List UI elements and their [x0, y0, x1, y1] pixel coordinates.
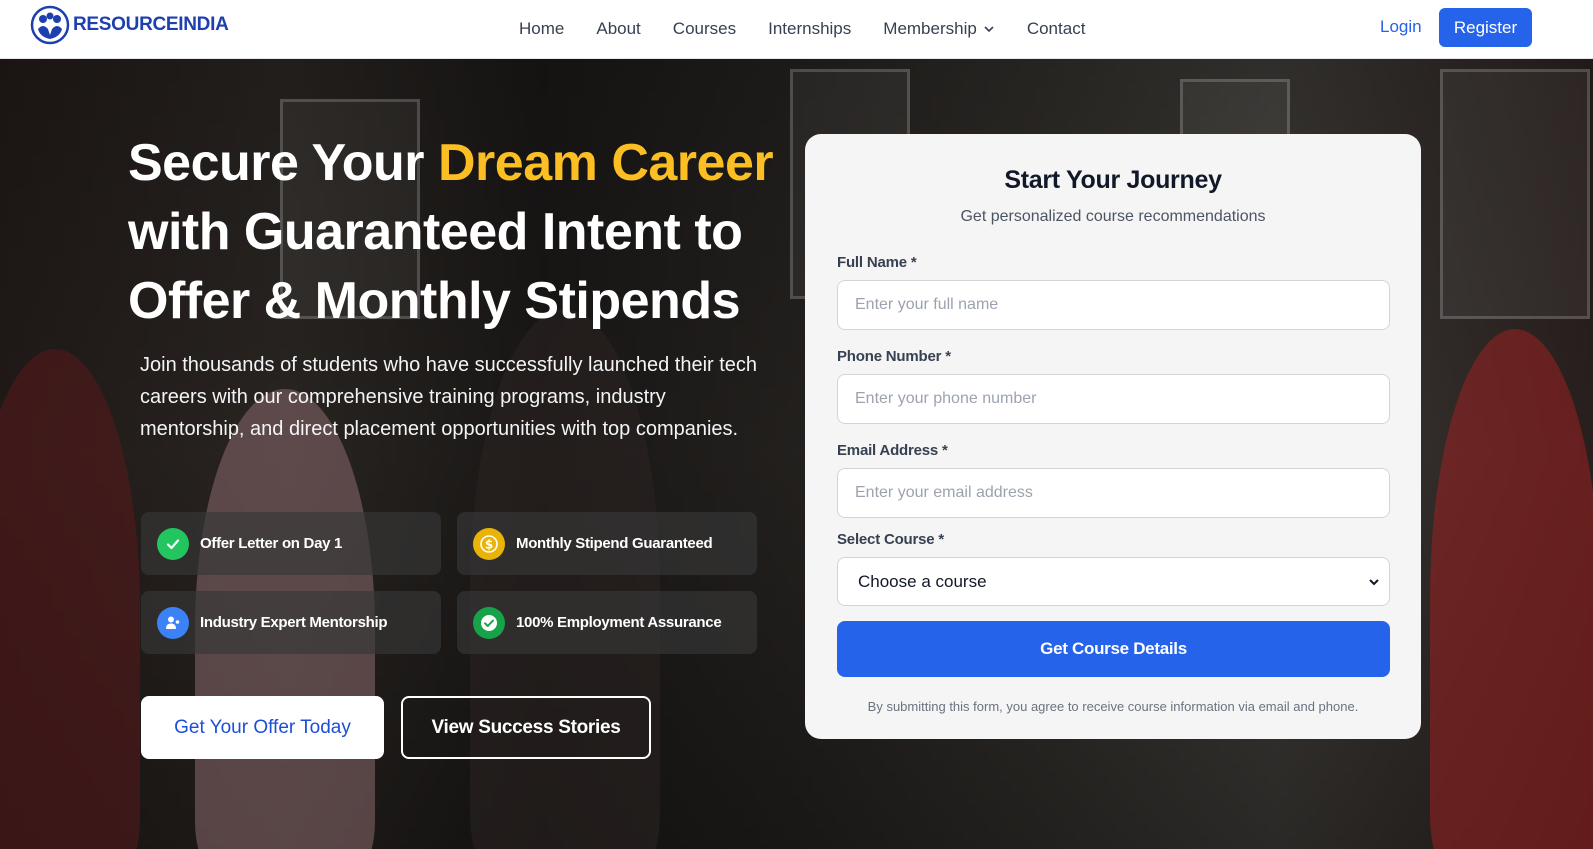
select-course-label: Select Course * — [837, 531, 945, 548]
brand-name: RESOURCEINDIA — [73, 14, 229, 35]
feature-monthly-stipend: $ Monthly Stipend Guaranteed — [457, 512, 757, 575]
brand-logo[interactable]: RESOURCEINDIA — [30, 5, 229, 45]
register-button[interactable]: Register — [1439, 8, 1532, 47]
background-person — [0, 349, 140, 849]
background-window — [1440, 69, 1590, 319]
hero-section: Secure Your Dream Career with Guaranteed… — [0, 59, 1593, 849]
check-circle-icon — [473, 606, 505, 639]
feature-label: Monthly Stipend Guaranteed — [516, 535, 713, 552]
phone-number-input[interactable] — [837, 374, 1390, 424]
chevron-down-icon — [984, 25, 994, 32]
get-offer-button[interactable]: Get Your Offer Today — [141, 696, 384, 759]
main-nav: Home About Courses Internships Membershi… — [519, 0, 1117, 57]
hero-subtext: Join thousands of students who have succ… — [140, 354, 758, 440]
feature-employment-assurance: 100% Employment Assurance — [457, 591, 757, 654]
headline-part2: with Guaranteed Intent to Offer & Monthl… — [128, 203, 743, 330]
full-name-label: Full Name * — [837, 254, 917, 271]
svg-text:$: $ — [485, 537, 493, 551]
chevron-down-icon — [1369, 578, 1379, 585]
feature-expert-mentorship: Industry Expert Mentorship — [141, 591, 441, 654]
nav-link-membership-label: Membership — [883, 18, 977, 38]
hero-headline: Secure Your Dream Career with Guaranteed… — [128, 129, 778, 336]
feature-offer-letter: Offer Letter on Day 1 — [141, 512, 441, 575]
feature-label: 100% Employment Assurance — [516, 614, 722, 631]
form-subtitle: Get personalized course recommendations — [960, 208, 1266, 225]
dollar-icon: $ — [473, 527, 505, 560]
phone-number-label: Phone Number * — [837, 348, 951, 365]
email-address-input[interactable] — [837, 468, 1390, 518]
full-name-input[interactable] — [837, 280, 1390, 330]
nav-link-contact[interactable]: Contact — [1027, 19, 1086, 39]
get-course-details-button[interactable]: Get Course Details — [837, 621, 1390, 677]
nav-link-home[interactable]: Home — [519, 19, 564, 39]
feature-label: Industry Expert Mentorship — [200, 614, 388, 631]
nav-link-courses[interactable]: Courses — [673, 19, 736, 39]
course-select-value: Choose a course — [858, 571, 987, 591]
top-navbar: RESOURCEINDIA Home About Courses Interns… — [0, 0, 1593, 59]
form-disclaimer: By submitting this form, you agree to re… — [867, 699, 1359, 714]
logo-icon — [30, 5, 70, 45]
enquiry-form-card: Start Your Journey Get personalized cour… — [805, 134, 1421, 739]
email-address-label: Email Address * — [837, 442, 948, 459]
feature-label: Offer Letter on Day 1 — [200, 535, 343, 552]
nav-link-membership[interactable]: Membership — [883, 19, 995, 39]
course-select[interactable]: Choose a course — [837, 557, 1390, 606]
user-icon — [157, 606, 189, 639]
login-link[interactable]: Login — [1380, 17, 1422, 37]
background-person — [1430, 329, 1593, 849]
check-icon — [157, 527, 189, 560]
nav-link-about[interactable]: About — [596, 19, 640, 39]
headline-accent: Dream Career — [438, 134, 774, 192]
form-title: Start Your Journey — [1004, 166, 1222, 194]
view-success-stories-button[interactable]: View Success Stories — [401, 696, 651, 759]
headline-part1: Secure Your — [128, 134, 438, 192]
nav-link-internships[interactable]: Internships — [768, 19, 851, 39]
